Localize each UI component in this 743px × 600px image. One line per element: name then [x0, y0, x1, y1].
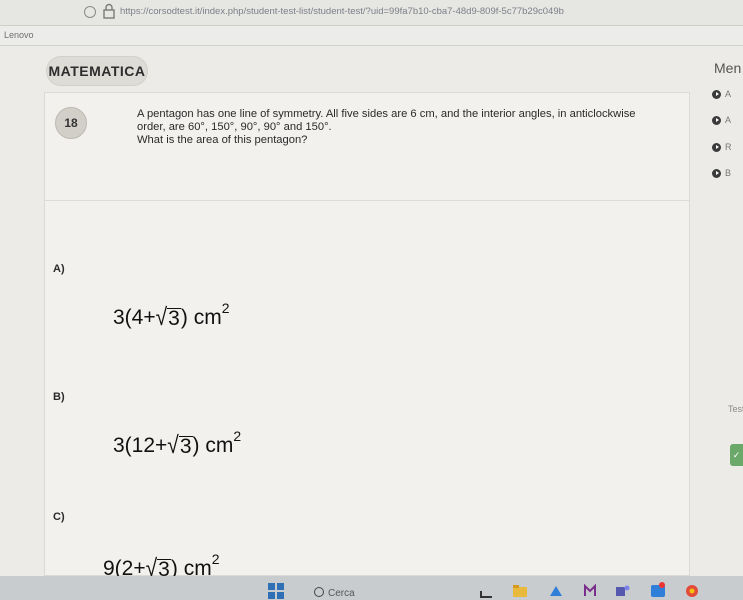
- search-icon[interactable]: [314, 587, 324, 597]
- sqrt-symbol: √3: [167, 432, 193, 459]
- option-c-exponent: 2: [211, 551, 220, 567]
- option-b-exponent: 2: [233, 428, 242, 444]
- sidebar-item-label: B: [725, 168, 732, 178]
- menu-label[interactable]: Men: [714, 60, 741, 76]
- option-c-label[interactable]: C): [53, 511, 65, 523]
- task-view-icon[interactable]: [478, 582, 494, 598]
- taskbar: Cerca: [0, 576, 743, 600]
- browser-icon[interactable]: [684, 582, 700, 598]
- test-page: MATEMATICA Men 18 A pentagon has one lin…: [0, 46, 743, 582]
- url-text[interactable]: https://corsodtest.it/index.php/student-…: [120, 6, 620, 17]
- brand-label[interactable]: Lenovo: [4, 30, 34, 40]
- file-explorer-icon[interactable]: [512, 582, 528, 598]
- sidebar-item-1[interactable]: A: [712, 88, 742, 100]
- option-a-exponent: 2: [221, 300, 230, 316]
- reload-icon[interactable]: [84, 6, 96, 18]
- option-b-coef: 3(12+: [113, 434, 168, 457]
- question-line-3: What is the area of this pentagon?: [137, 134, 308, 146]
- sidebar-item-2[interactable]: A: [712, 114, 742, 126]
- subject-badge: MATEMATICA: [46, 56, 148, 86]
- option-b-close: ): [192, 434, 200, 457]
- lock-icon: [103, 3, 115, 19]
- question-panel: 18 A pentagon has one line of symmetry. …: [44, 92, 690, 582]
- option-a-answer[interactable]: 3(4+√3) cm2: [113, 300, 230, 331]
- play-icon: [712, 168, 721, 178]
- sidebar-item-label: A: [725, 89, 732, 99]
- question-line-1: A pentagon has one line of symmetry. All…: [137, 108, 636, 120]
- windows-start-icon[interactable]: [268, 583, 284, 599]
- store-icon[interactable]: [548, 582, 564, 598]
- play-icon: [712, 89, 721, 99]
- option-a-radicand: 3: [167, 307, 181, 330]
- play-icon: [712, 115, 721, 125]
- sidebar-item-4[interactable]: B: [712, 167, 742, 179]
- question-text: A pentagon has one line of symmetry. All…: [137, 108, 677, 147]
- option-a-unit: cm: [193, 306, 222, 329]
- option-a-label[interactable]: A): [53, 263, 65, 275]
- question-line-2: order, are 60°, 150°, 90°, 90° and 150°.: [137, 121, 332, 133]
- browser-url-bar[interactable]: https://corsodtest.it/index.php/student-…: [0, 0, 743, 26]
- sidebar-item-3[interactable]: R: [712, 141, 742, 153]
- option-a-coef: 3(4+: [113, 306, 156, 329]
- test-label[interactable]: Test: [728, 404, 743, 414]
- sqrt-symbol: √3: [155, 304, 181, 331]
- sidebar-item-label: A: [725, 115, 732, 125]
- divider: [45, 200, 689, 201]
- option-b-answer[interactable]: 3(12+√3) cm2: [113, 428, 242, 459]
- taskbar-search-label[interactable]: Cerca: [328, 588, 355, 599]
- question-number: 18: [55, 107, 87, 139]
- mail-icon[interactable]: [582, 582, 598, 598]
- teams-icon[interactable]: [614, 582, 630, 598]
- sidebar-item-label: R: [725, 142, 732, 152]
- option-a-close: ): [180, 306, 188, 329]
- play-icon: [712, 142, 721, 152]
- option-b-unit: cm: [205, 434, 234, 457]
- classroom-icon[interactable]: [650, 582, 666, 598]
- check-icon[interactable]: ✓: [730, 444, 743, 466]
- option-b-radicand: 3: [178, 435, 193, 458]
- bookmark-bar: Lenovo: [0, 26, 743, 46]
- option-b-label[interactable]: B): [53, 391, 65, 403]
